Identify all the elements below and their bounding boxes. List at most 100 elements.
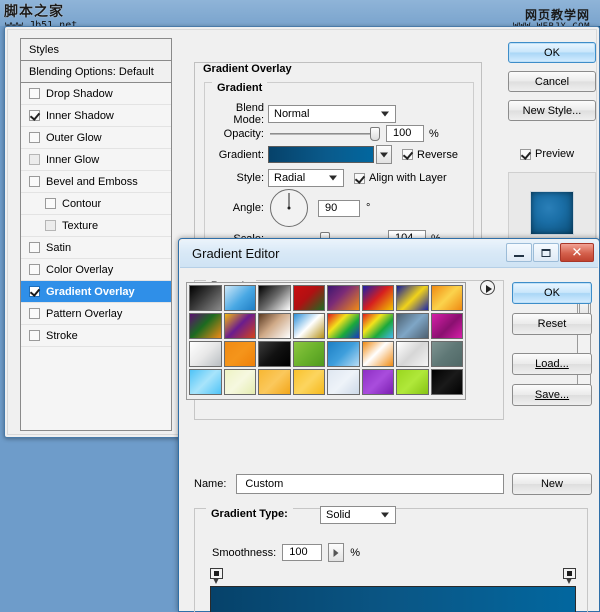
- effect-checkbox[interactable]: [29, 110, 40, 121]
- preset-swatch[interactable]: [258, 341, 291, 367]
- name-row: Name: Custom: [194, 474, 505, 494]
- align-checkbox-group[interactable]: Align with Layer: [354, 172, 447, 184]
- preset-swatch[interactable]: [189, 313, 222, 339]
- preset-swatch[interactable]: [361, 313, 394, 339]
- minimize-icon[interactable]: [506, 243, 532, 262]
- effect-row[interactable]: Contour: [21, 193, 171, 215]
- preset-swatch[interactable]: [327, 285, 360, 311]
- effect-list[interactable]: Drop Shadow Inner Shadow Outer Glow Inner G…: [21, 83, 171, 347]
- preset-swatch[interactable]: [223, 313, 256, 339]
- preset-swatch[interactable]: [396, 369, 429, 395]
- preset-swatch[interactable]: [327, 313, 360, 339]
- name-input[interactable]: Custom: [236, 474, 505, 494]
- preset-swatch[interactable]: [396, 285, 429, 311]
- screen: 脚本之家 www.Jb51.net 网页教学网 WWW.WEBJX.COM St…: [0, 0, 600, 612]
- reverse-checkbox-group[interactable]: Reverse: [402, 149, 458, 161]
- align-with-layer-checkbox[interactable]: [354, 172, 365, 184]
- styles-list[interactable]: Styles Blending Options: Default Drop Sh…: [20, 38, 172, 431]
- opacity-value[interactable]: 100: [386, 125, 424, 142]
- effect-row[interactable]: Inner Shadow: [21, 105, 171, 127]
- maximize-icon[interactable]: [533, 243, 559, 262]
- preset-swatch[interactable]: [327, 341, 360, 367]
- style-value: Radial: [274, 172, 306, 184]
- smoothness-value[interactable]: 100: [282, 544, 323, 561]
- effect-row[interactable]: Outer Glow: [21, 127, 171, 149]
- chevron-down-icon: [380, 152, 388, 157]
- effect-row[interactable]: Texture: [21, 215, 171, 237]
- preset-swatch[interactable]: [361, 285, 394, 311]
- gradient-editor-reset-button[interactable]: Reset: [512, 313, 592, 335]
- preset-swatch[interactable]: [292, 369, 325, 395]
- gradient-preset-dropdown[interactable]: [376, 145, 392, 164]
- preset-swatch[interactable]: [189, 285, 222, 311]
- reverse-checkbox[interactable]: [402, 149, 413, 160]
- preset-swatch[interactable]: [292, 313, 325, 339]
- preset-swatch[interactable]: [361, 341, 394, 367]
- effect-checkbox[interactable]: [29, 286, 40, 297]
- angle-dial[interactable]: [270, 189, 308, 227]
- opacity-stop-left[interactable]: [210, 568, 223, 585]
- presets-well[interactable]: [186, 282, 466, 400]
- preview-checkbox-group[interactable]: Preview: [520, 148, 574, 160]
- close-icon[interactable]: ✕: [560, 243, 594, 262]
- opacity-stop-right[interactable]: [563, 568, 576, 585]
- presets-menu-icon[interactable]: [480, 280, 495, 295]
- effect-row[interactable]: Bevel and Emboss: [21, 171, 171, 193]
- preset-swatch[interactable]: [258, 285, 291, 311]
- style-select[interactable]: Radial: [268, 169, 344, 187]
- effect-row[interactable]: Stroke: [21, 325, 171, 347]
- gradient-type-select[interactable]: Solid: [320, 506, 396, 524]
- preset-swatch[interactable]: [430, 285, 463, 311]
- preset-swatch[interactable]: [292, 285, 325, 311]
- preset-swatch[interactable]: [292, 341, 325, 367]
- effect-row[interactable]: Satin: [21, 237, 171, 259]
- effect-checkbox[interactable]: [29, 132, 40, 143]
- preset-swatch[interactable]: [327, 369, 360, 395]
- effect-row[interactable]: Inner Glow: [21, 149, 171, 171]
- gradient-editor-load-button[interactable]: Load...: [512, 353, 592, 375]
- cancel-button[interactable]: Cancel: [508, 71, 596, 92]
- gradient-swatch[interactable]: [268, 146, 374, 163]
- preset-swatch[interactable]: [223, 285, 256, 311]
- gradient-editor-titlebar[interactable]: Gradient Editor ✕: [180, 240, 598, 268]
- preset-swatch[interactable]: [430, 313, 463, 339]
- effect-row[interactable]: Gradient Overlay: [21, 281, 171, 303]
- preset-swatch[interactable]: [189, 369, 222, 395]
- gradient-preview-bar[interactable]: [210, 586, 576, 612]
- effect-checkbox[interactable]: [29, 242, 40, 253]
- effect-checkbox[interactable]: [29, 330, 40, 341]
- blending-options-item[interactable]: Blending Options: Default: [21, 61, 171, 83]
- preset-swatch[interactable]: [258, 313, 291, 339]
- effect-checkbox[interactable]: [29, 176, 40, 187]
- effect-checkbox[interactable]: [45, 198, 56, 209]
- ok-button[interactable]: OK: [508, 42, 596, 63]
- effect-checkbox[interactable]: [29, 154, 40, 165]
- gradient-editor-ok-button[interactable]: OK: [512, 282, 592, 304]
- preview-checkbox[interactable]: [520, 148, 531, 160]
- opacity-slider-knob[interactable]: [370, 126, 380, 141]
- new-preset-button[interactable]: New: [512, 473, 592, 495]
- preset-swatch[interactable]: [223, 369, 256, 395]
- preset-swatch[interactable]: [361, 369, 394, 395]
- preset-swatch[interactable]: [189, 341, 222, 367]
- effect-checkbox[interactable]: [45, 220, 56, 231]
- blend-mode-select[interactable]: Normal: [268, 105, 396, 123]
- angle-value[interactable]: 90: [318, 199, 360, 217]
- preset-swatch-grid[interactable]: [189, 285, 463, 395]
- preset-swatch[interactable]: [258, 369, 291, 395]
- preset-swatch[interactable]: [430, 369, 463, 395]
- opacity-slider[interactable]: [270, 126, 380, 141]
- gradient-editor-save-button[interactable]: Save...: [512, 384, 592, 406]
- preset-swatch[interactable]: [396, 313, 429, 339]
- effect-checkbox[interactable]: [29, 88, 40, 99]
- effect-row[interactable]: Pattern Overlay: [21, 303, 171, 325]
- smoothness-spinner-icon[interactable]: [328, 543, 345, 562]
- preset-swatch[interactable]: [396, 341, 429, 367]
- effect-row[interactable]: Drop Shadow: [21, 83, 171, 105]
- new-style-button[interactable]: New Style...: [508, 100, 596, 121]
- effect-checkbox[interactable]: [29, 264, 40, 275]
- effect-row[interactable]: Color Overlay: [21, 259, 171, 281]
- preset-swatch[interactable]: [430, 341, 463, 367]
- effect-checkbox[interactable]: [29, 308, 40, 319]
- preset-swatch[interactable]: [223, 341, 256, 367]
